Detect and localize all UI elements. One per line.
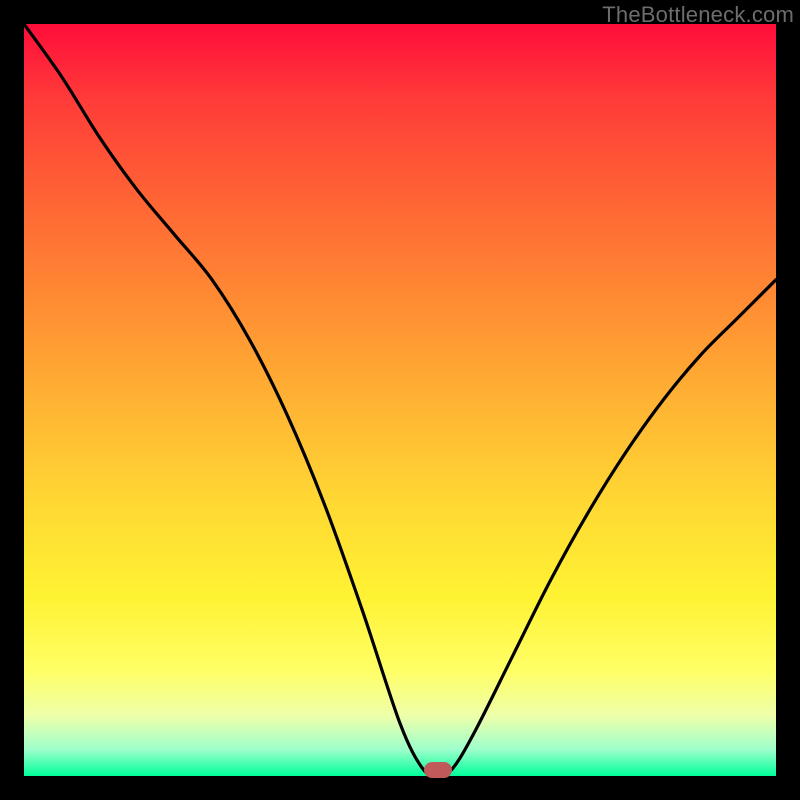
plot-area	[24, 24, 776, 776]
attribution-text: TheBottleneck.com	[602, 2, 794, 28]
bottleneck-curve	[24, 24, 776, 776]
chart-viewport: TheBottleneck.com	[0, 0, 800, 800]
optimal-marker	[424, 762, 452, 778]
